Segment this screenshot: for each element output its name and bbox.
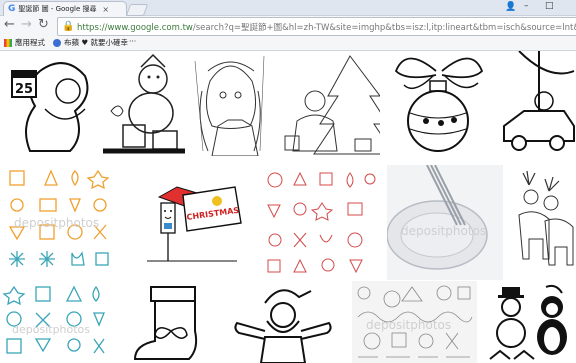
santa-car-image (503, 51, 575, 151)
bookmark-label: 應用程式 (15, 38, 45, 47)
image-results-grid: 25 depositphotos CHRISTMAS depositphotos… (0, 51, 576, 363)
image-result-christmas-pattern[interactable] (260, 165, 381, 280)
image-result-snowman-gifts[interactable] (103, 51, 185, 156)
minimize-button[interactable]: – (524, 1, 529, 11)
image-result-christmas-icons[interactable]: depositphotos (0, 165, 121, 280)
image-result-santa-car[interactable] (499, 51, 576, 156)
image-result-santa-calendar[interactable]: 25 (0, 51, 97, 156)
plate-fork-image: depositphotos (387, 165, 503, 280)
christmas-icons-image: depositphotos (8, 169, 110, 267)
new-tab-button[interactable] (125, 4, 149, 16)
watermark-text: depositphotos (366, 318, 451, 332)
google-favicon-icon: G (8, 4, 16, 14)
image-result-anime-girl[interactable] (190, 51, 270, 156)
bookmark-blog[interactable]: 布蘋 ♥ 就要小確幸 (53, 37, 128, 48)
santa-calendar-image: 25 (0, 51, 97, 156)
browser-titlebar: G 聖誕節 圖 - Google 搜尋 × 👤 – □ (0, 0, 576, 16)
forward-arrow-icon[interactable]: → (21, 18, 32, 32)
watermark-text: depositphotos (401, 224, 486, 238)
bookmark-more[interactable]: ··· (129, 37, 136, 46)
santa-tree-image (284, 55, 380, 155)
reload-icon[interactable]: ↻ (38, 18, 49, 32)
snowman-christmas-sign-image: CHRISTMAS (127, 165, 255, 280)
image-result-doodle-pattern[interactable]: depositphotos (352, 281, 477, 363)
url-path: /search?q=聖誕節+圖&hl=zh-TW&site=imghp&tbs=… (192, 22, 576, 33)
christmas-icons-2-image: depositphotos (2, 285, 105, 354)
image-result-christmas-stocking[interactable] (121, 281, 215, 363)
back-arrow-icon[interactable]: ← (4, 18, 15, 32)
snowman-penguin-image (489, 284, 567, 360)
calendar-number: 25 (15, 82, 33, 97)
apps-icon (4, 38, 12, 47)
watermark-text: depositphotos (14, 216, 99, 230)
image-result-christmas-ornament[interactable] (386, 51, 493, 156)
blog-icon (53, 38, 61, 47)
bookmark-label: 布蘋 ♥ 就要小確幸 (64, 38, 128, 47)
image-result-santa-tree[interactable] (275, 51, 380, 156)
image-result-santa-cartoon[interactable] (221, 281, 345, 363)
santa-cartoon-image (234, 289, 332, 363)
maximize-button[interactable]: □ (545, 1, 554, 11)
url-host: https://www.google.com.tw (77, 22, 193, 33)
snowman-gifts-image (103, 53, 185, 154)
watermark-text: depositphotos (12, 323, 90, 336)
christmas-pattern-image (260, 165, 381, 280)
address-bar[interactable]: 🔒 https://www.google.com.tw/search?q=聖誕節… (57, 17, 576, 36)
bookmark-apps[interactable]: 應用程式 (4, 37, 45, 48)
more-icon: ··· (129, 37, 137, 46)
image-result-reindeer[interactable] (509, 165, 576, 280)
anime-girl-image (194, 55, 265, 156)
url-text: https://www.google.com.tw/search?q=聖誕節+圖… (77, 21, 576, 33)
bookmarks-bar: 應用程式 布蘋 ♥ 就要小確幸 ··· (0, 36, 576, 51)
tab-close-icon[interactable]: × (102, 5, 109, 14)
user-profile-icon[interactable]: 👤 (505, 2, 516, 12)
christmas-stocking-image (133, 286, 198, 360)
christmas-ornament-image (394, 57, 484, 152)
image-result-plate-fork[interactable]: depositphotos (387, 165, 503, 280)
image-result-snowman-penguin[interactable] (484, 281, 576, 363)
image-result-snowman-christmas-sign[interactable]: CHRISTMAS (127, 165, 255, 280)
doodle-pattern-image: depositphotos (352, 281, 477, 363)
tab-title: 聖誕節 圖 - Google 搜尋 (18, 5, 97, 13)
lock-icon: 🔒 (62, 20, 75, 32)
browser-tab[interactable]: G 聖誕節 圖 - Google 搜尋 × (3, 1, 127, 16)
image-result-christmas-icons-2[interactable]: depositphotos (0, 281, 116, 363)
reindeer-image (518, 170, 574, 266)
